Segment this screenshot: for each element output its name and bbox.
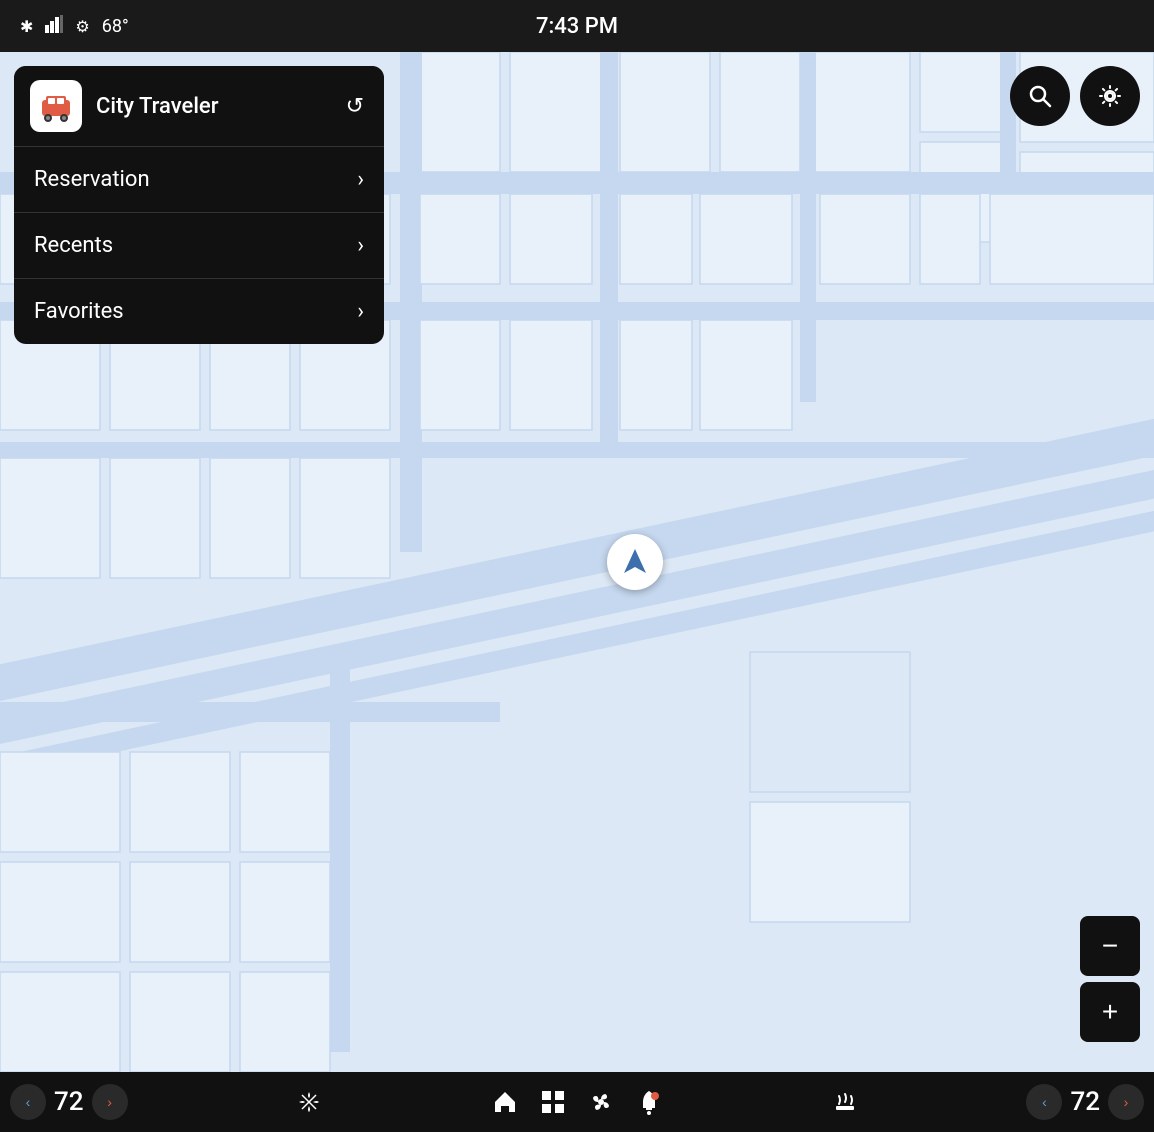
zoom-in-button[interactable]: + bbox=[1080, 982, 1140, 1042]
recents-chevron: › bbox=[357, 233, 364, 258]
settings-button[interactable] bbox=[1080, 66, 1140, 126]
home-icon bbox=[491, 1088, 519, 1116]
favorites-label: Favorites bbox=[34, 299, 124, 324]
app-icon-wrap bbox=[30, 80, 82, 132]
status-bar: ✱ ⚙ 68° 7:43 PM bbox=[0, 0, 1154, 52]
reservation-label: Reservation bbox=[34, 167, 150, 192]
right-temp-decrease-button[interactable]: ‹ bbox=[1026, 1084, 1062, 1120]
app-card: City Traveler ↺ Reservation › Recents › … bbox=[14, 66, 384, 344]
right-temp-display: 72 bbox=[1066, 1087, 1104, 1117]
center-nav-icons bbox=[491, 1088, 663, 1116]
notification-button[interactable] bbox=[635, 1088, 663, 1116]
home-button[interactable] bbox=[491, 1088, 519, 1116]
reservation-chevron: › bbox=[357, 167, 364, 192]
left-fan-heat-icon bbox=[295, 1088, 323, 1116]
left-temp-increase-button[interactable]: › bbox=[92, 1084, 128, 1120]
grid-button[interactable] bbox=[539, 1088, 567, 1116]
signal-icon bbox=[45, 15, 63, 37]
city-traveler-icon bbox=[38, 88, 74, 124]
right-rear-heat-button[interactable] bbox=[831, 1088, 859, 1116]
bell-icon bbox=[635, 1088, 663, 1116]
gear-icon bbox=[1098, 84, 1122, 108]
right-temp-control: ‹ 72 › bbox=[1026, 1084, 1144, 1120]
menu-item-favorites[interactable]: Favorites › bbox=[14, 279, 384, 344]
location-marker bbox=[607, 534, 663, 590]
left-temp-decrease-button[interactable]: ‹ bbox=[10, 1084, 46, 1120]
map-area: City Traveler ↺ Reservation › Recents › … bbox=[0, 52, 1154, 1072]
search-button[interactable] bbox=[1010, 66, 1070, 126]
bottom-bar: ‹ 72 › bbox=[0, 1072, 1154, 1132]
time-display: 7:43 PM bbox=[536, 14, 618, 39]
app-title: City Traveler bbox=[96, 94, 328, 119]
settings-status-icon: ⚙ bbox=[75, 17, 89, 36]
left-temp-display: 72 bbox=[50, 1087, 88, 1117]
left-fan-heat-button[interactable] bbox=[295, 1088, 323, 1116]
recents-label: Recents bbox=[34, 233, 113, 258]
menu-item-reservation[interactable]: Reservation › bbox=[14, 147, 384, 212]
temperature-display: 68° bbox=[102, 16, 129, 37]
navigation-arrow bbox=[620, 547, 650, 577]
top-right-buttons bbox=[1010, 66, 1140, 126]
refresh-button[interactable]: ↺ bbox=[342, 89, 368, 123]
search-icon bbox=[1028, 84, 1052, 108]
left-temp-control: ‹ 72 › bbox=[10, 1084, 128, 1120]
status-left: ✱ ⚙ 68° bbox=[20, 15, 129, 37]
grid-icon bbox=[539, 1088, 567, 1116]
bluetooth-icon: ✱ bbox=[20, 17, 33, 36]
fan-button[interactable] bbox=[587, 1088, 615, 1116]
zoom-out-button[interactable]: − bbox=[1080, 916, 1140, 976]
rear-heat-icon bbox=[831, 1088, 859, 1116]
app-header: City Traveler ↺ bbox=[14, 66, 384, 146]
favorites-chevron: › bbox=[357, 299, 364, 324]
zoom-controls: − + bbox=[1080, 916, 1140, 1042]
menu-item-recents[interactable]: Recents › bbox=[14, 213, 384, 278]
right-temp-increase-button[interactable]: › bbox=[1108, 1084, 1144, 1120]
fan-icon bbox=[587, 1088, 615, 1116]
